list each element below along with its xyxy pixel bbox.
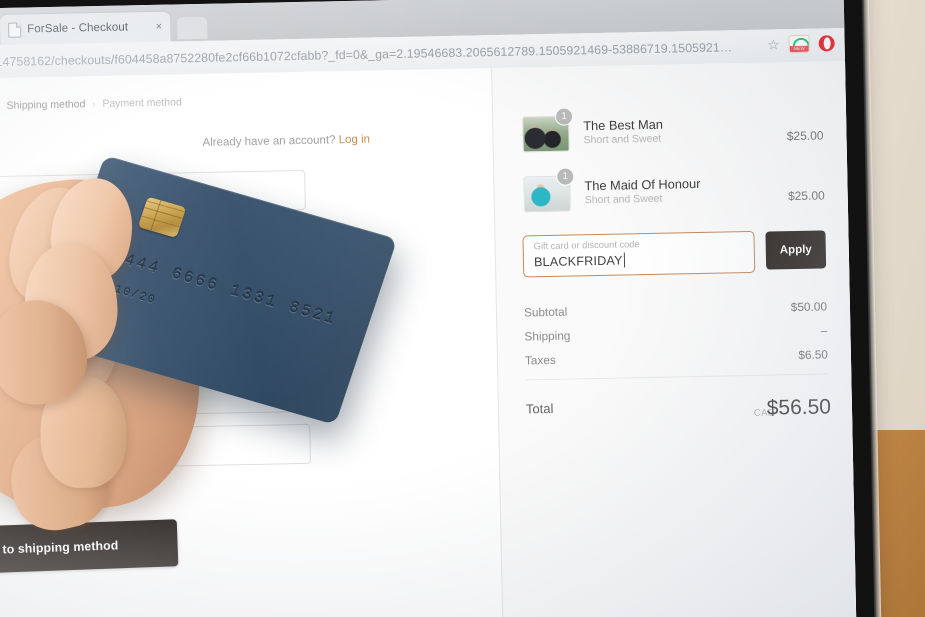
extension-new-badge: NEW	[789, 45, 809, 53]
taxes-row: Taxes $6.50	[498, 347, 852, 367]
line-item: 1 The Maid Of Honour Short and Sweet $25…	[494, 161, 849, 228]
line-item: 1 The Best Man Short and Sweet $25.00	[493, 101, 848, 168]
log-in-link[interactable]: Log in	[339, 134, 371, 147]
taxes-label: Taxes	[524, 352, 556, 368]
apply-discount-button[interactable]: Apply	[765, 230, 827, 270]
line-item-title: The Best Man	[583, 116, 664, 134]
apply-button-label: Apply	[779, 243, 812, 257]
browser-tab-title: ForSale - Checkout	[27, 21, 129, 36]
line-item-title: The Maid Of Honour	[584, 175, 701, 194]
total-label: Total	[525, 400, 554, 417]
line-item-variant: Short and Sweet	[584, 192, 663, 207]
chevron-right-icon-2: ›	[92, 99, 96, 110]
line-item-quantity-badge: 1	[556, 167, 575, 186]
text-cursor	[623, 252, 626, 268]
line-item-quantity-badge: 1	[554, 107, 574, 126]
breadcrumb-item-shipping-method[interactable]: Shipping method	[6, 98, 85, 112]
line-item-variant: Short and Sweet	[583, 132, 662, 147]
discount-code-placeholder: Gift card or discount code	[533, 239, 640, 252]
bookmark-star-icon[interactable]: ☆	[767, 36, 780, 52]
extension-icon[interactable]: NEW	[788, 34, 810, 54]
shipping-value: –	[820, 323, 828, 338]
order-summary-column: 1 The Best Man Short and Sweet $25.00 1 …	[491, 60, 857, 617]
continue-to-shipping-method-button[interactable]: Continue to shipping method	[0, 519, 179, 577]
photo-scene: × ForSale - Checkout × om/14758162/check…	[0, 0, 925, 617]
line-item-price: $25.00	[787, 188, 825, 204]
shipping-row: Shipping –	[497, 323, 851, 343]
account-prompt: Already have an account? Log in	[202, 134, 370, 149]
account-prompt-text: Already have an account?	[202, 134, 336, 149]
continue-button-label: Continue to shipping method	[0, 537, 119, 558]
discount-code-input[interactable]: Gift card or discount code BLACKFRIDAY	[522, 230, 756, 278]
subtotal-value: $50.00	[790, 299, 828, 315]
totals-divider	[525, 373, 829, 381]
close-icon[interactable]: ×	[156, 20, 163, 32]
line-item-price: $25.00	[786, 128, 824, 144]
breadcrumb: n › Shipping method › Payment method	[0, 96, 182, 112]
subtotal-row: Subtotal $50.00	[497, 299, 851, 319]
subtotal-label: Subtotal	[523, 304, 568, 320]
shipping-label: Shipping	[524, 328, 571, 344]
discount-code-row: Gift card or discount code BLACKFRIDAY A…	[495, 229, 850, 284]
omnibar-icon-group: ☆ NEW	[767, 34, 835, 54]
opera-browser-icon[interactable]	[818, 35, 835, 52]
discount-code-value: BLACKFRIDAY	[533, 253, 623, 270]
browser-tab-forsale-checkout[interactable]: ForSale - Checkout ×	[0, 11, 171, 45]
breadcrumb-item-payment-method: Payment method	[102, 96, 182, 110]
page-favicon-icon	[8, 22, 22, 38]
new-tab-button[interactable]	[177, 16, 208, 40]
taxes-value: $6.50	[798, 347, 829, 363]
total-value: $56.50	[766, 395, 832, 420]
